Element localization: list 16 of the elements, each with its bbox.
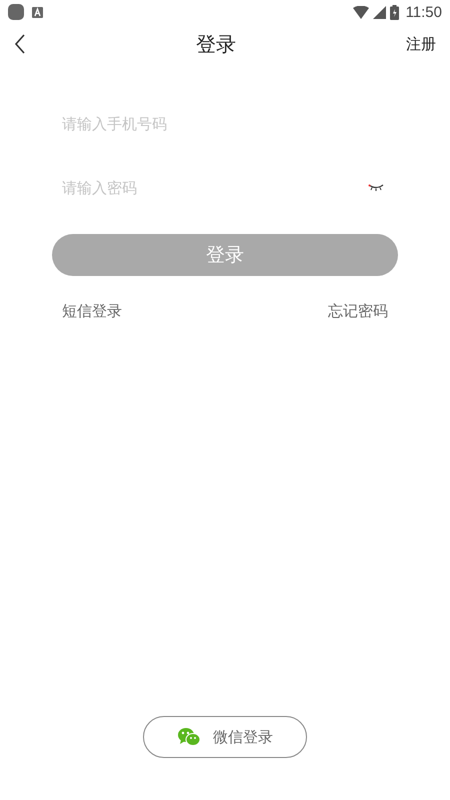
- back-icon[interactable]: [14, 34, 26, 54]
- chat-bubbles-icon: [177, 727, 201, 747]
- status-time: 11:50: [406, 4, 442, 20]
- page-title: 登录: [196, 30, 236, 58]
- forgot-password-link[interactable]: 忘记密码: [328, 302, 388, 321]
- wechat-login-button[interactable]: 微信登录: [143, 716, 307, 758]
- signal-icon: [372, 6, 386, 18]
- password-input-field[interactable]: 请输入密码: [62, 168, 358, 208]
- wifi-icon: [352, 6, 369, 18]
- phone-input-field[interactable]: 请输入手机号码: [62, 104, 388, 144]
- notification-icon: [32, 6, 43, 18]
- battery-icon: [390, 4, 399, 20]
- app-icon: [8, 4, 24, 20]
- closed-eye-icon[interactable]: [368, 184, 384, 192]
- register-link[interactable]: 注册: [406, 34, 436, 54]
- sms-login-link[interactable]: 短信登录: [62, 302, 122, 321]
